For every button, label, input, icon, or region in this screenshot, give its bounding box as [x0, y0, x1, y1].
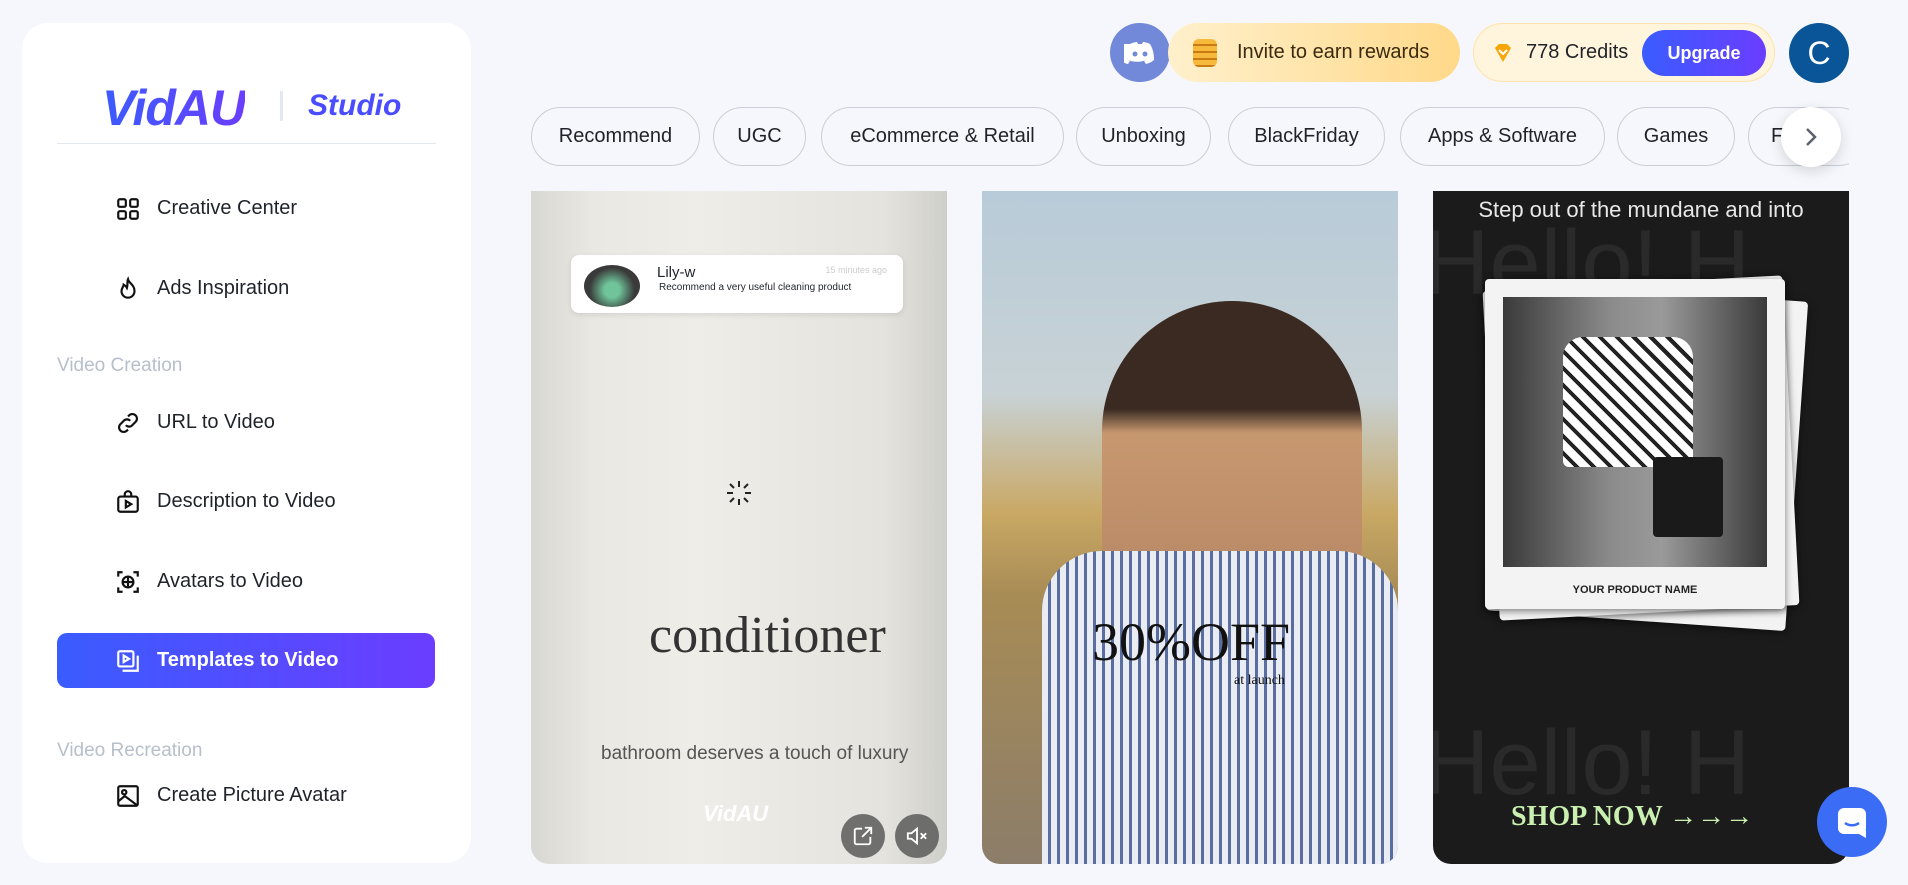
credits-count: 778 Credits	[1526, 41, 1629, 63]
section-video-recreation: Video Recreation	[57, 740, 203, 761]
loading-spinner-icon	[727, 481, 751, 505]
tab-games[interactable]: Games	[1617, 107, 1735, 166]
sidebar-item-label: Avatars to Video	[157, 570, 304, 592]
sidebar-item-description-to-video[interactable]: Description to Video	[57, 474, 435, 529]
avatar-scan-icon	[117, 570, 139, 593]
product-name: YOUR PRODUCT NAME	[1572, 584, 1698, 596]
template-card[interactable]: 30%OFF at launch	[982, 191, 1398, 864]
shorts-image	[1653, 457, 1723, 537]
user-avatar[interactable]: C	[1789, 23, 1849, 83]
shirt-image	[1042, 551, 1398, 864]
product-photo	[1503, 297, 1767, 567]
card-headline: 30%OFF	[1092, 612, 1291, 672]
scroll-right-button[interactable]	[1781, 107, 1841, 167]
card-headline: Step out of the mundane and into	[1478, 197, 1804, 222]
diamond-icon	[1495, 43, 1511, 62]
sidebar: VidAU Studio Creative Center Ads Inspira…	[22, 23, 471, 863]
template-icon	[117, 649, 139, 672]
shop-now-text: SHOP NOW →→→	[1511, 801, 1754, 832]
sidebar-item-label: URL to Video	[157, 411, 275, 433]
comment-text: Recommend a very useful cleaning product	[659, 282, 852, 293]
template-card[interactable]: Hello! H Hello! H Step out of the mundan…	[1433, 191, 1849, 864]
flame-icon	[120, 275, 136, 299]
studio-label: Studio	[308, 89, 402, 122]
vidau-logo[interactable]: VidAU	[102, 79, 246, 137]
share-icon	[853, 826, 873, 846]
category-tabs: Recommend UGC eCommerce & Retail Unboxin…	[531, 107, 1849, 167]
sidebar-item-url-to-video[interactable]: URL to Video	[57, 395, 435, 450]
invite-label: Invite to earn rewards	[1237, 41, 1430, 63]
sidebar-item-label: Description to Video	[157, 490, 336, 512]
sidebar-item-ads-inspiration[interactable]: Ads Inspiration	[57, 261, 435, 316]
image-icon	[117, 784, 139, 807]
tab-ugc[interactable]: UGC	[713, 107, 806, 166]
chat-icon	[1838, 808, 1866, 838]
discord-icon	[1124, 41, 1154, 64]
invite-rewards-button[interactable]: Invite to earn rewards	[1168, 23, 1460, 82]
chevron-right-icon	[1806, 128, 1817, 146]
sidebar-item-label: Creative Center	[157, 197, 298, 219]
vidau-watermark: VidAU	[703, 801, 769, 826]
card-headline: conditioner	[649, 607, 886, 664]
divider	[57, 143, 436, 144]
sidebar-item-create-picture-avatar[interactable]: Create Picture Avatar	[57, 768, 435, 823]
sidebar-item-templates-to-video[interactable]: Templates to Video	[57, 633, 435, 688]
sidebar-item-creative-center[interactable]: Creative Center	[57, 181, 435, 236]
discord-button[interactable]	[1110, 23, 1170, 82]
tab-apps-software[interactable]: Apps & Software	[1400, 107, 1605, 166]
tab-unboxing[interactable]: Unboxing	[1076, 107, 1211, 166]
muted-speaker-icon	[906, 826, 927, 846]
grid-icon	[117, 197, 139, 220]
link-icon	[118, 412, 138, 433]
section-video-creation: Video Creation	[57, 355, 183, 376]
bag-play-icon	[117, 489, 139, 513]
photo-frame: YOUR PRODUCT NAME	[1485, 279, 1785, 609]
upgrade-button[interactable]: Upgrade	[1642, 30, 1766, 76]
credits-pill: 778 Credits Upgrade	[1473, 23, 1775, 82]
comment-time: 15 minutes ago	[825, 265, 887, 275]
card-caption: bathroom deserves a touch of luxury	[601, 743, 909, 764]
sidebar-item-label: Ads Inspiration	[157, 277, 290, 299]
sidebar-item-label: Templates to Video	[157, 649, 339, 671]
tab-ecommerce-retail[interactable]: eCommerce & Retail	[821, 107, 1064, 166]
shirt-image	[1563, 337, 1693, 467]
sidebar-item-avatars-to-video[interactable]: Avatars to Video	[57, 554, 435, 609]
share-button[interactable]	[841, 814, 885, 858]
sidebar-item-label: Create Picture Avatar	[157, 784, 347, 806]
template-card[interactable]: Lily-w 15 minutes ago Recommend a very u…	[531, 191, 947, 864]
tab-blackfriday[interactable]: BlackFriday	[1228, 107, 1385, 166]
commenter-avatar	[584, 265, 640, 307]
tab-recommend[interactable]: Recommend	[531, 107, 700, 166]
logo-divider	[280, 91, 283, 121]
commenter-name: Lily-w	[657, 264, 696, 281]
coins-icon	[1193, 38, 1217, 67]
chat-support-button[interactable]	[1817, 787, 1887, 857]
comment-overlay: Lily-w 15 minutes ago Recommend a very u…	[571, 255, 903, 313]
card-subtext: at launch	[1234, 673, 1285, 688]
mute-button[interactable]	[895, 814, 939, 858]
